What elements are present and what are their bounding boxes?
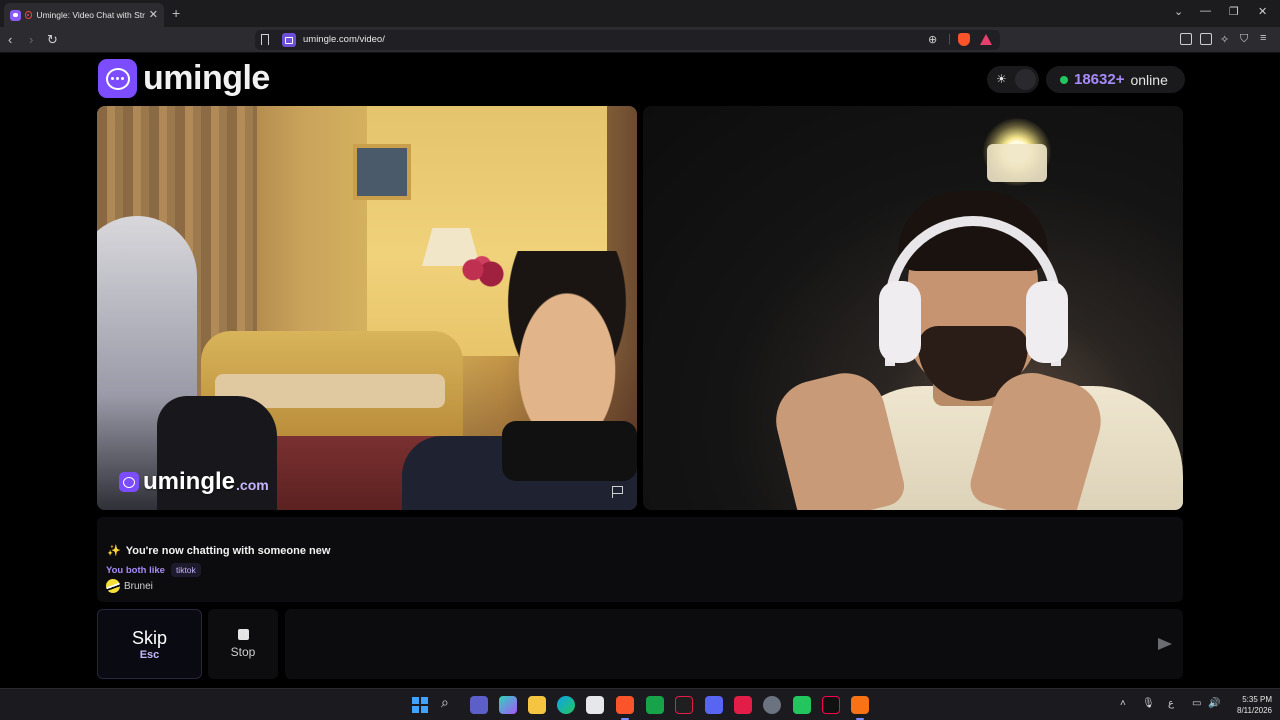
app-icon-orange[interactable] bbox=[851, 696, 869, 720]
stop-button[interactable]: Stop bbox=[208, 609, 278, 679]
copilot-icon[interactable] bbox=[499, 696, 517, 714]
forward-icon[interactable]: › bbox=[29, 32, 33, 48]
headset-right-ear bbox=[1026, 281, 1068, 363]
online-status-dot-icon bbox=[1060, 75, 1068, 84]
minimize-icon[interactable]: — bbox=[1200, 5, 1211, 17]
brave-rewards-icon[interactable] bbox=[980, 34, 992, 45]
interest-tag: tiktok bbox=[170, 563, 201, 577]
stranger-video: umingle .com bbox=[97, 106, 637, 510]
teams-icon[interactable] bbox=[470, 696, 488, 714]
sidebar-icon[interactable] bbox=[1180, 33, 1192, 45]
umingle-favicon bbox=[10, 9, 21, 21]
zoom-icon[interactable]: ⊕ bbox=[928, 33, 937, 46]
keyboard-layout-icon[interactable]: ع bbox=[1168, 698, 1174, 709]
site-logo[interactable]: umingle bbox=[98, 59, 270, 98]
left-hand bbox=[767, 364, 909, 510]
reload-icon[interactable]: ↻ bbox=[47, 32, 58, 48]
stop-label: Stop bbox=[230, 645, 256, 659]
site-camera-icon[interactable] bbox=[282, 33, 296, 47]
back-icon[interactable]: ‹ bbox=[8, 32, 12, 48]
system-clock[interactable]: 5:35 PM 8/11/2026 bbox=[1224, 694, 1272, 716]
boy-face bbox=[492, 251, 637, 421]
url-divider: | bbox=[948, 33, 951, 45]
search-icon[interactable]: ⌕ bbox=[441, 694, 459, 712]
file-explorer-icon[interactable] bbox=[528, 696, 546, 714]
restore-icon[interactable]: ❐ bbox=[1229, 5, 1239, 18]
interests-label: You both like bbox=[106, 564, 165, 576]
online-count: 18632+ bbox=[1074, 71, 1125, 88]
menu-icon[interactable]: ≡ bbox=[1260, 32, 1266, 44]
tray-overflow-icon[interactable]: ˄ bbox=[1120, 698, 1126, 709]
theme-toggle[interactable]: ☀ bbox=[987, 66, 1039, 93]
leo-ai-icon[interactable]: ✧ bbox=[1220, 33, 1229, 46]
skip-button[interactable]: Skip Esc bbox=[97, 609, 202, 679]
new-tab-icon[interactable]: + bbox=[172, 5, 180, 21]
umingle-watermark: umingle .com bbox=[119, 468, 269, 496]
online-counter: 18632+ online bbox=[1046, 66, 1185, 93]
toggle-knob bbox=[1015, 69, 1036, 90]
taskbar: ⌕ ˄ 🎙 ع ▭ 🔊 5:35 PM 8/11/2026 bbox=[0, 688, 1280, 720]
shared-interests: You both like tiktok bbox=[106, 563, 201, 577]
chat-log: ✨ You're now chatting with someone new Y… bbox=[97, 517, 1183, 602]
sparkle-icon: ✨ bbox=[107, 545, 121, 557]
page: umingle ☀ 18632+ online umingle .com ✨ Y… bbox=[0, 54, 1280, 688]
browser-tab-strip: Umingle: Video Chat with Stra ✕ + ⌄ — ❐ … bbox=[0, 0, 1280, 27]
logo-text: umingle bbox=[143, 59, 270, 97]
watermark-logo-icon bbox=[119, 472, 139, 492]
brave-shields-icon[interactable] bbox=[958, 33, 970, 46]
report-flag-icon[interactable] bbox=[612, 486, 623, 498]
app-icon-record[interactable] bbox=[734, 696, 752, 714]
phone-in-hand bbox=[502, 421, 637, 481]
self-video bbox=[643, 106, 1183, 510]
discord-icon[interactable] bbox=[705, 696, 723, 714]
browser-tab[interactable]: Umingle: Video Chat with Stra ✕ bbox=[4, 3, 164, 27]
system-message: ✨ You're now chatting with someone new bbox=[107, 544, 331, 558]
system-message-text: You're now chatting with someone new bbox=[125, 544, 331, 557]
skip-shortcut: Esc bbox=[139, 648, 160, 661]
wall-picture-frame bbox=[353, 144, 411, 200]
send-icon[interactable] bbox=[1158, 638, 1172, 650]
microphone-icon[interactable]: 🎙 bbox=[1142, 698, 1155, 709]
stop-icon bbox=[237, 629, 249, 640]
close-window-icon[interactable]: ✕ bbox=[1258, 5, 1267, 18]
volume-icon[interactable]: 🔊 bbox=[1208, 698, 1220, 709]
edge-icon[interactable] bbox=[557, 696, 575, 714]
online-label: online bbox=[1130, 71, 1168, 88]
address-bar[interactable]: umingle.com/video/ ⊕ | bbox=[255, 30, 1000, 50]
chat-bubble-logo-icon bbox=[98, 59, 137, 98]
app-icon-green[interactable] bbox=[646, 696, 664, 714]
app-icon-red[interactable] bbox=[675, 696, 693, 714]
skip-label: Skip bbox=[131, 627, 167, 648]
tiktok-icon[interactable] bbox=[822, 696, 840, 714]
location-text: Brunei bbox=[124, 580, 153, 592]
app-icon-teal[interactable] bbox=[793, 696, 811, 714]
headset-left-ear bbox=[879, 281, 921, 363]
settings-icon[interactable] bbox=[763, 696, 781, 714]
brunei-flag-icon bbox=[106, 579, 120, 593]
bookmark-icon[interactable] bbox=[261, 34, 269, 45]
watermark-text: umingle bbox=[143, 468, 236, 495]
vpn-shield-icon[interactable]: ⛉ bbox=[1240, 33, 1248, 46]
store-icon[interactable] bbox=[586, 696, 604, 714]
url-text[interactable]: umingle.com/video/ bbox=[303, 34, 385, 45]
recording-indicator-icon bbox=[24, 11, 33, 19]
watermark-suffix: .com bbox=[236, 477, 269, 493]
brave-browser-icon[interactable] bbox=[616, 696, 634, 720]
message-input[interactable] bbox=[285, 609, 1183, 679]
windows-start-icon[interactable] bbox=[412, 697, 428, 713]
clock-time: 5:35 PM bbox=[1242, 695, 1272, 704]
tab-search-chevron-icon[interactable]: ⌄ bbox=[1174, 5, 1183, 18]
network-icon[interactable]: ▭ bbox=[1192, 698, 1201, 709]
sun-icon: ☀ bbox=[996, 72, 1007, 86]
browser-toolbar: ‹ › ↻ umingle.com/video/ ⊕ | ✧ ⛉ ≡ bbox=[0, 27, 1280, 53]
wallet-icon[interactable] bbox=[1200, 33, 1212, 45]
close-tab-icon[interactable]: ✕ bbox=[149, 9, 158, 21]
clock-date: 8/11/2026 bbox=[1237, 706, 1272, 715]
stranger-location: Brunei bbox=[106, 579, 153, 593]
tab-title: Umingle: Video Chat with Stra bbox=[36, 10, 145, 20]
